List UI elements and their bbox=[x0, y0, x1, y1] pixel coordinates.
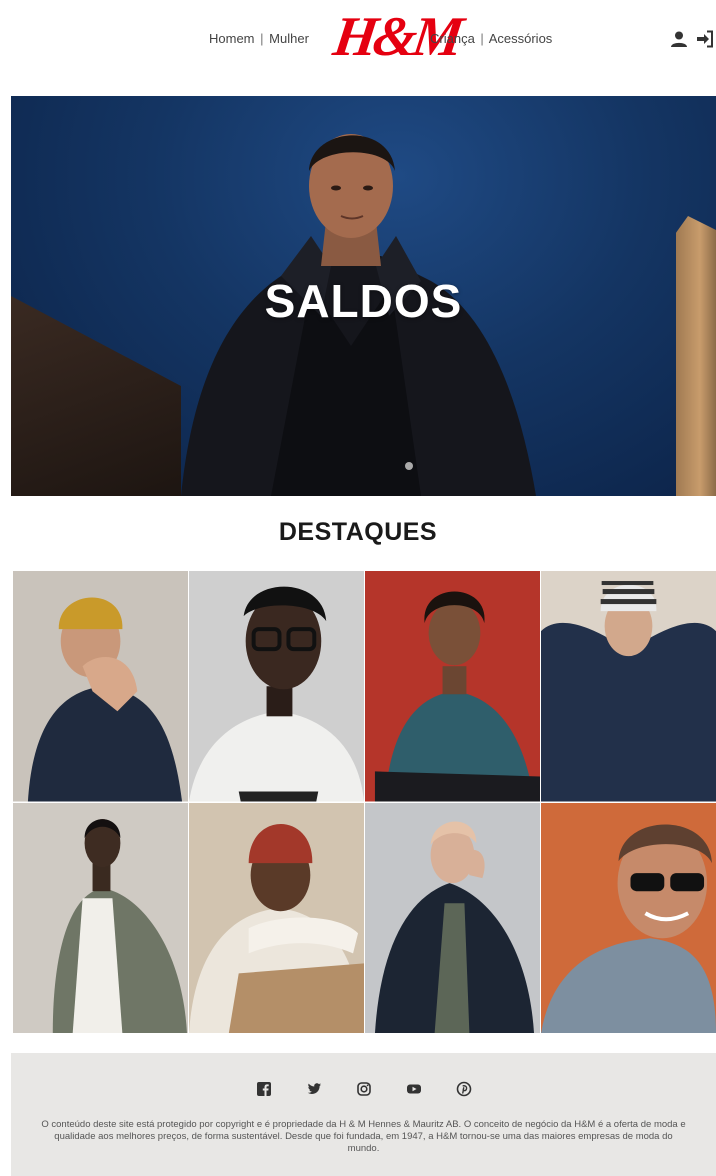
photo-man-dark-jacket[interactable] bbox=[365, 802, 540, 1033]
tile-4-image bbox=[541, 571, 716, 802]
tile-7-image bbox=[365, 802, 540, 1033]
hm-logo[interactable]: H&M bbox=[330, 4, 464, 70]
footer-copyright-text: O conteúdo deste site está protegido por… bbox=[41, 1119, 686, 1154]
hero-title: SALDOS bbox=[264, 275, 463, 327]
tile-5-image bbox=[13, 802, 188, 1033]
photo-man-teal-sweater[interactable] bbox=[365, 571, 540, 802]
social-links bbox=[11, 1081, 716, 1097]
photo-man-striped-beanie[interactable] bbox=[541, 571, 716, 802]
photo-man-yellow-beanie[interactable] bbox=[13, 571, 188, 802]
nav-left: Homem | Mulher bbox=[209, 31, 309, 46]
account-icons bbox=[670, 30, 714, 48]
pinterest-icon[interactable] bbox=[456, 1081, 472, 1097]
nav-separator: | bbox=[480, 31, 484, 46]
sign-in-icon[interactable] bbox=[696, 30, 714, 48]
photo-man-bomber-jacket[interactable] bbox=[13, 802, 188, 1033]
user-icon[interactable] bbox=[670, 30, 688, 48]
tile-3-image bbox=[365, 571, 540, 802]
photo-man-red-beanie[interactable] bbox=[189, 802, 364, 1033]
nav-right: Criança | Acessórios bbox=[430, 31, 552, 46]
instagram-icon[interactable] bbox=[356, 1081, 372, 1097]
site-header: Homem | Mulher H&M Criança | Acessórios bbox=[0, 0, 716, 80]
tile-6-image bbox=[189, 802, 364, 1033]
youtube-icon[interactable] bbox=[406, 1081, 422, 1097]
nav-link-acessorios[interactable]: Acessórios bbox=[489, 31, 553, 46]
highlights-title: DESTAQUES bbox=[278, 518, 438, 546]
facebook-icon[interactable] bbox=[256, 1081, 272, 1097]
nav-link-mulher[interactable]: Mulher bbox=[269, 31, 309, 46]
nav-link-homem[interactable]: Homem bbox=[209, 31, 255, 46]
photo-man-sunglasses[interactable] bbox=[541, 802, 716, 1033]
site-footer: O conteúdo deste site está protegido por… bbox=[11, 1053, 716, 1176]
hero-banner[interactable]: SALDOS bbox=[11, 96, 716, 496]
highlights-grid bbox=[13, 571, 716, 1033]
tile-1-image bbox=[13, 571, 188, 802]
hm-logo-text: H&M bbox=[329, 6, 464, 68]
nav-separator: | bbox=[260, 31, 264, 46]
photo-man-glasses[interactable] bbox=[189, 571, 364, 802]
nav-link-crianca[interactable]: Criança bbox=[430, 31, 475, 46]
tile-2-image bbox=[189, 571, 364, 802]
tile-8-image bbox=[541, 802, 716, 1033]
twitter-icon[interactable] bbox=[306, 1081, 322, 1097]
hero-building-right bbox=[676, 216, 716, 496]
